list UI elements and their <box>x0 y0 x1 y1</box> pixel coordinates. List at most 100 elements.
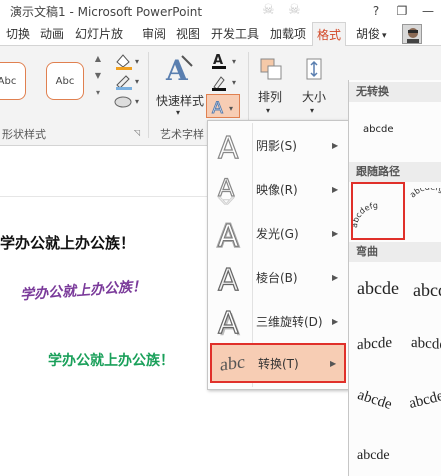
window-title: 演示文稿1 - Microsoft PowerPoint <box>10 5 203 19</box>
menu-item-glow[interactable]: AA 发光(G) ▶ <box>210 213 346 253</box>
svg-text:▾: ▾ <box>232 57 236 66</box>
avatar[interactable] <box>402 24 422 44</box>
group-label-wordart-styles: 艺术字样 <box>160 128 204 141</box>
text-effects-menu: A 阴影(S) ▶ AA 映像(R) ▶ AA 发光(G) ▶ A 棱台(B) … <box>207 120 349 390</box>
shape-style-preview[interactable]: Abc <box>0 62 26 100</box>
text-outline-button[interactable]: ▾ <box>210 73 244 91</box>
transform-icon-text: abc <box>219 350 245 375</box>
warp-option[interactable]: abcde <box>355 387 394 414</box>
no-transform-option[interactable]: abcde <box>363 124 393 135</box>
svg-text:abcdefg: abcdefg <box>409 188 441 199</box>
text-effects-icon: A ▾ <box>212 98 234 118</box>
quick-styles-icon[interactable]: A <box>162 52 196 87</box>
warp-option[interactable]: abcde <box>357 448 390 464</box>
tab-addins[interactable]: 加载项 <box>266 22 310 46</box>
selection-highlight <box>351 182 405 240</box>
svg-text:▾: ▾ <box>229 104 233 113</box>
section-warp: 弯曲 <box>349 242 441 262</box>
menu-item-label: 映像(R) <box>256 182 298 197</box>
arrange-button[interactable]: 排列 <box>258 88 282 105</box>
shape-style-gallery-scroll[interactable]: ▲ ▼ ▾ <box>92 54 104 108</box>
launcher-icon[interactable]: ◹ <box>134 128 140 137</box>
svg-text:A: A <box>218 131 239 162</box>
menu-item-bevel[interactable]: A 棱台(B) ▶ <box>210 257 346 297</box>
shape-style-preview[interactable]: Abc <box>46 62 84 100</box>
arch-down-path-preview: abcdefg <box>408 182 441 199</box>
chevron-down-icon: ▾ <box>310 106 315 115</box>
tab-slideshow[interactable]: 幻灯片放 <box>70 22 128 46</box>
user-name-label: 胡俊 <box>356 27 381 41</box>
arrange-shapes-icon <box>260 58 282 80</box>
shape-effects-icon: ▾ <box>114 96 139 108</box>
user-name[interactable]: 胡俊 ▾ <box>356 22 387 46</box>
warp-option[interactable]: abcde <box>411 335 441 354</box>
decor-skull-icon: ☠ <box>262 2 275 18</box>
svg-text:A: A <box>218 263 239 294</box>
menu-item-label: 阴影(S) <box>256 138 297 153</box>
text-outline-icon: ▾ <box>212 76 236 91</box>
svg-text:▾: ▾ <box>135 57 139 66</box>
size-arrows-icon <box>306 58 322 80</box>
shape-fill-button[interactable]: ▾ <box>112 52 142 70</box>
svg-text:A: A <box>218 219 239 250</box>
shadow-icon: A <box>210 125 250 165</box>
follow-path-arch-down-option[interactable]: abcdefg <box>408 182 441 242</box>
ribbon-display-button[interactable]: ❐ <box>389 0 415 22</box>
bevel-icon: A <box>210 257 250 297</box>
scroll-up-icon[interactable]: ▲ <box>95 54 101 63</box>
menu-item-transform[interactable]: abc 转换(T) ▶ <box>210 343 346 383</box>
section-no-transform: 无转换 <box>349 82 441 102</box>
svg-text:▾: ▾ <box>135 97 139 106</box>
help-button[interactable]: ? <box>363 0 389 22</box>
menu-item-label: 转换(T) <box>258 356 299 371</box>
scroll-down-icon[interactable]: ▼ <box>95 71 101 80</box>
wordart-a-icon: A <box>165 54 193 87</box>
text-fill-icon: A ▾ <box>212 53 236 69</box>
tab-view[interactable]: 视图 <box>172 22 204 46</box>
warp-option[interactable]: abcde <box>357 335 392 354</box>
slide-text-line[interactable]: 学办公就上办公族！ <box>48 350 174 370</box>
tab-format[interactable]: 格式 <box>312 22 346 47</box>
chevron-down-icon: ▾ <box>266 106 271 115</box>
svg-text:A: A <box>218 306 239 338</box>
svg-text:A: A <box>218 195 235 206</box>
svg-text:▾: ▾ <box>135 77 139 86</box>
svg-text:▾: ▾ <box>232 78 236 87</box>
group-label-shape-styles: 形状样式 <box>2 128 46 141</box>
shape-effects-button[interactable]: ▾ <box>112 92 142 110</box>
3d-rotation-icon: AA <box>210 301 250 341</box>
submenu-arrow-icon: ▶ <box>332 184 339 194</box>
minimize-button[interactable]: — <box>415 0 441 22</box>
submenu-arrow-icon: ▶ <box>330 358 337 368</box>
svg-text:A: A <box>212 98 223 117</box>
size-button[interactable]: 大小 <box>302 88 326 105</box>
chevron-down-icon: ▾ <box>382 31 387 41</box>
size-icon[interactable] <box>302 56 328 82</box>
warp-option[interactable]: abcde <box>407 388 441 413</box>
transform-icon: abc <box>212 343 252 383</box>
tab-transitions[interactable]: 切换 <box>2 22 34 46</box>
submenu-arrow-icon: ▶ <box>332 140 339 150</box>
tab-review[interactable]: 审阅 <box>138 22 170 46</box>
section-follow-path: 跟随路径 <box>349 162 441 182</box>
menu-item-reflection[interactable]: AA 映像(R) ▶ <box>210 169 346 209</box>
warp-option[interactable]: abcde <box>413 280 441 301</box>
tab-animations[interactable]: 动画 <box>36 22 68 46</box>
text-fill-button[interactable]: A ▾ <box>210 52 244 70</box>
menu-item-label: 三维旋转(D) <box>256 314 323 329</box>
text-effects-button[interactable]: A ▾ <box>206 94 240 118</box>
slide-text-line[interactable]: 学办公就上办公族！ <box>0 232 135 253</box>
title-bar: ☠ ☠ 演示文稿1 - Microsoft PowerPoint ? ❐ — <box>0 0 441 22</box>
decor-skull-icon: ☠ <box>288 2 301 18</box>
more-icon[interactable]: ▾ <box>96 88 100 97</box>
warp-option[interactable]: abcde <box>357 278 399 299</box>
menu-item-label: 发光(G) <box>256 226 299 241</box>
menu-item-shadow[interactable]: A 阴影(S) ▶ <box>210 125 346 165</box>
menu-item-3d-rotation[interactable]: AA 三维旋转(D) ▶ <box>210 301 346 341</box>
tab-developer[interactable]: 开发工具 <box>207 22 263 46</box>
reflection-icon: AA <box>210 169 250 209</box>
quick-styles-button[interactable]: 快速样式 <box>156 92 204 109</box>
arrange-icon[interactable] <box>258 56 284 82</box>
paint-bucket-icon: ▾ <box>116 54 139 70</box>
shape-outline-button[interactable]: ▾ <box>112 72 142 90</box>
